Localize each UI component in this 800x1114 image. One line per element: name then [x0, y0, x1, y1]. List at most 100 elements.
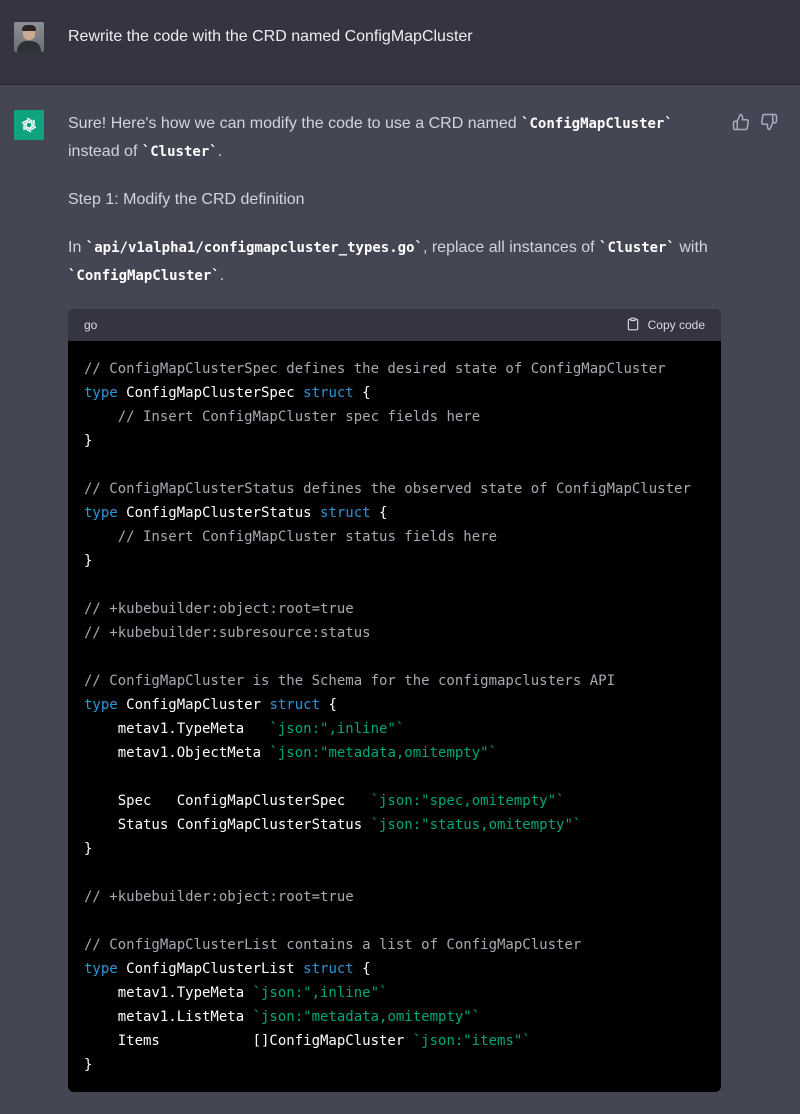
- code-content: // ConfigMapClusterSpec defines the desi…: [68, 341, 721, 1092]
- code-line: // +kubebuilder:subresource:status: [84, 621, 705, 645]
- code-token: struct: [320, 505, 371, 521]
- code-line: type ConfigMapClusterList struct {: [84, 957, 705, 981]
- assistant-message-row: Sure! Here's how we can modify the code …: [0, 85, 800, 1114]
- inline-code: `ConfigMapCluster`: [521, 116, 673, 132]
- inline-code: `Cluster`: [599, 240, 675, 256]
- code-line: type ConfigMapCluster struct {: [84, 693, 705, 717]
- intro-text: Sure! Here's how we can modify the code …: [68, 115, 522, 132]
- step-heading: Step 1: Modify the CRD definition: [68, 191, 305, 208]
- user-message-row: Rewrite the code with the CRD named Conf…: [0, 0, 800, 85]
- copy-code-button[interactable]: Copy code: [626, 317, 705, 334]
- code-token: `json:"spec,omitempty"`: [370, 793, 565, 809]
- code-language-label: go: [84, 318, 98, 332]
- code-token: `json:",inline"`: [269, 721, 405, 737]
- code-token: type: [84, 385, 118, 401]
- intro-text: .: [217, 143, 223, 160]
- instruction-text: with: [674, 239, 708, 256]
- code-line: metav1.TypeMeta `json:",inline"`: [84, 717, 705, 741]
- code-token: {: [320, 697, 337, 713]
- intro-paragraph: Sure! Here's how we can modify the code …: [68, 110, 722, 166]
- code-line: }: [84, 429, 705, 453]
- code-token: `json:"items"`: [412, 1033, 531, 1049]
- code-line: ​: [84, 861, 705, 885]
- code-line: }: [84, 1053, 705, 1077]
- code-token: Spec ConfigMapClusterSpec: [84, 793, 371, 809]
- code-line: // +kubebuilder:object:root=true: [84, 597, 705, 621]
- code-line: ​: [84, 453, 705, 477]
- code-line: // ConfigMapClusterList contains a list …: [84, 933, 705, 957]
- code-token: Items []ConfigMapCluster: [84, 1033, 413, 1049]
- code-token: `json:"status,omitempty"`: [370, 817, 582, 833]
- code-block-header: go Copy code: [68, 309, 721, 341]
- code-line: type ConfigMapClusterStatus struct {: [84, 501, 705, 525]
- code-token: ConfigMapClusterSpec: [117, 385, 304, 401]
- instruction-text: .: [219, 267, 225, 284]
- user-message-text: Rewrite the code with the CRD named Conf…: [68, 28, 473, 45]
- code-token: }: [84, 433, 93, 449]
- thumbs-up-icon[interactable]: [732, 113, 750, 131]
- code-line: Spec ConfigMapClusterSpec `json:"spec,om…: [84, 789, 705, 813]
- code-token: metav1.ObjectMeta: [84, 745, 270, 761]
- code-token: // ConfigMapClusterList contains a list …: [84, 937, 582, 953]
- code-line: ​: [84, 645, 705, 669]
- code-token: Status ConfigMapClusterStatus: [84, 817, 371, 833]
- code-token: // ConfigMapClusterSpec defines the desi…: [84, 361, 666, 377]
- inline-code: `api/v1alpha1/configmapcluster_types.go`: [85, 240, 423, 256]
- code-token: ConfigMapCluster: [117, 697, 270, 713]
- code-line: metav1.ObjectMeta `json:"metadata,omitem…: [84, 741, 705, 765]
- code-token: {: [370, 505, 388, 521]
- assistant-message-content: Sure! Here's how we can modify the code …: [68, 110, 722, 310]
- code-line: metav1.ListMeta `json:"metadata,omitempt…: [84, 1005, 705, 1029]
- code-token: }: [84, 1057, 93, 1073]
- code-token: struct: [303, 385, 354, 401]
- code-token: ConfigMapClusterList: [117, 961, 304, 977]
- code-token: ConfigMapClusterStatus: [117, 505, 321, 521]
- code-line: }: [84, 549, 705, 573]
- code-token: // Insert ConfigMapCluster spec fields h…: [117, 409, 481, 425]
- code-line: Status ConfigMapClusterStatus `json:"sta…: [84, 813, 705, 837]
- code-token: // +kubebuilder:object:root=true: [84, 889, 354, 905]
- code-line: Items []ConfigMapCluster `json:"items"`: [84, 1029, 705, 1053]
- inline-code: `Cluster`: [141, 144, 218, 160]
- code-block: go Copy code // ConfigMapClusterSpec def…: [68, 309, 721, 1092]
- code-line: // ConfigMapCluster is the Schema for th…: [84, 669, 705, 693]
- code-line: ​: [84, 765, 705, 789]
- code-token: }: [84, 553, 93, 569]
- code-line: ​: [84, 909, 705, 933]
- code-token: // ConfigMapCluster is the Schema for th…: [84, 673, 616, 689]
- code-token: // Insert ConfigMapCluster status fields…: [117, 529, 498, 545]
- code-token: // +kubebuilder:object:root=true: [84, 601, 354, 617]
- code-line: // Insert ConfigMapCluster spec fields h…: [84, 405, 705, 429]
- code-token: }: [84, 841, 93, 857]
- code-line: }: [84, 837, 705, 861]
- code-line: // Insert ConfigMapCluster status fields…: [84, 525, 705, 549]
- inline-code: `ConfigMapCluster`: [68, 268, 220, 284]
- code-token: // +kubebuilder:subresource:status: [84, 625, 371, 641]
- code-line: // +kubebuilder:object:root=true: [84, 885, 705, 909]
- openai-logo-icon: [14, 110, 44, 140]
- code-line: type ConfigMapClusterSpec struct {: [84, 381, 705, 405]
- code-token: struct: [303, 961, 354, 977]
- instruction-text: , replace all instances of: [422, 239, 600, 256]
- code-token: type: [84, 961, 118, 977]
- code-token: type: [84, 505, 118, 521]
- copy-code-label: Copy code: [647, 318, 705, 332]
- clipboard-icon: [626, 317, 640, 334]
- code-line: metav1.TypeMeta `json:",inline"`: [84, 981, 705, 1005]
- code-token: struct: [269, 697, 321, 713]
- code-token: metav1.TypeMeta: [84, 721, 270, 737]
- code-line: // ConfigMapClusterStatus defines the ob…: [84, 477, 705, 501]
- code-token: `json:"metadata,omitempty"`: [252, 1009, 481, 1025]
- instruction-text: In: [68, 239, 86, 256]
- code-line: // ConfigMapClusterSpec defines the desi…: [84, 357, 705, 381]
- code-token: // ConfigMapClusterStatus defines the ob…: [84, 481, 691, 497]
- user-avatar: [14, 22, 44, 52]
- thumbs-down-icon[interactable]: [760, 113, 778, 131]
- code-token: metav1.ListMeta: [84, 1009, 253, 1025]
- intro-text: instead of: [68, 143, 142, 160]
- code-token: `json:"metadata,omitempty"`: [269, 745, 498, 761]
- code-token: {: [353, 961, 371, 977]
- code-token: `json:",inline"`: [252, 985, 388, 1001]
